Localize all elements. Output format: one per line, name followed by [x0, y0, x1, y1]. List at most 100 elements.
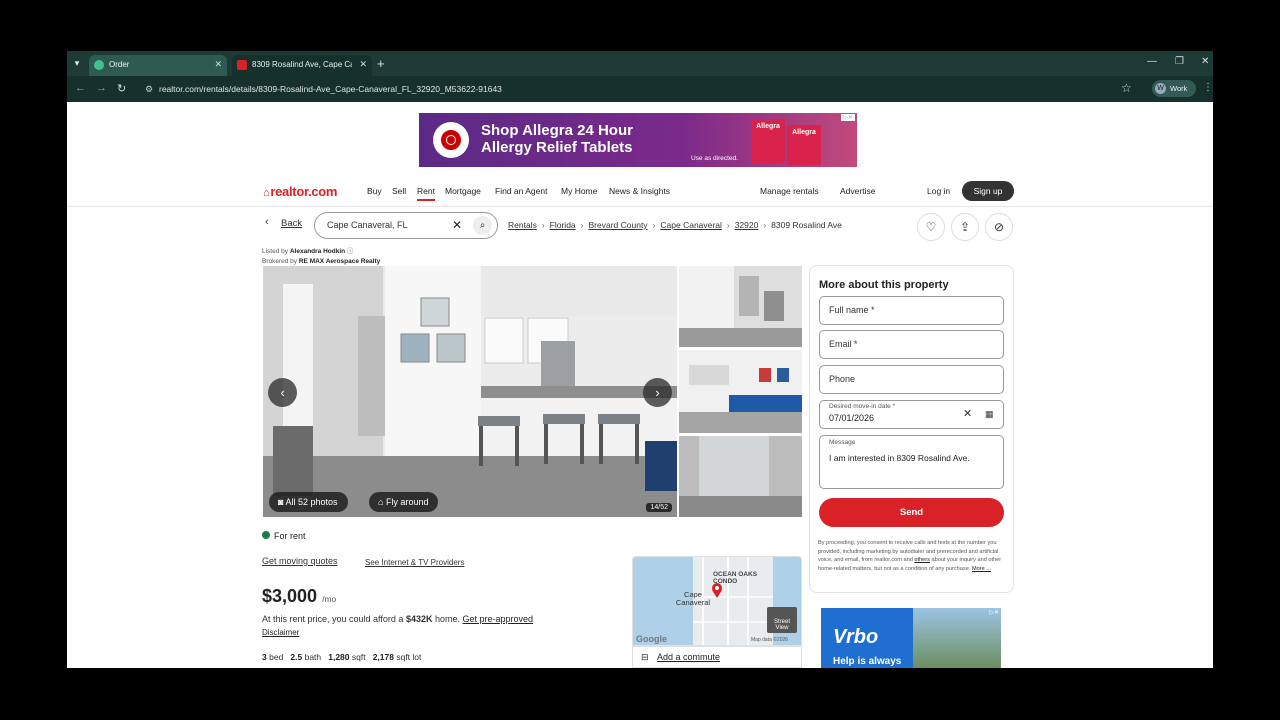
- nav-news[interactable]: News & Insights: [609, 186, 670, 196]
- send-button[interactable]: Send: [819, 498, 1004, 527]
- email-field[interactable]: Email *: [819, 330, 1004, 359]
- reload-icon[interactable]: ↻: [117, 82, 126, 95]
- forward-arrow-icon[interactable]: →: [96, 82, 107, 94]
- moving-quotes-link[interactable]: Get moving quotes: [262, 556, 338, 566]
- thumbnail-photo[interactable]: [679, 266, 802, 347]
- listing-attribution: Listed by Alexandra Hodkin ⓘ Brokered by…: [262, 247, 380, 267]
- lot-label: sqft lot: [396, 652, 422, 662]
- ad-headline: Shop Allegra 24 Hour Allergy Relief Tabl…: [481, 122, 633, 156]
- info-icon[interactable]: ⓘ: [347, 248, 354, 255]
- add-commute-link[interactable]: ⊟ Add a commute: [632, 646, 802, 668]
- agent-name[interactable]: Alexandra Hodkin: [290, 248, 345, 255]
- google-logo: Google: [636, 634, 667, 644]
- thumbnail-photo[interactable]: [679, 350, 802, 433]
- allegra-ad-banner[interactable]: Shop Allegra 24 Hour Allergy Relief Tabl…: [419, 113, 857, 167]
- share-icon[interactable]: ⇪: [951, 213, 979, 241]
- full-name-field[interactable]: Full name *: [819, 296, 1004, 325]
- tab-search-icon[interactable]: ▾: [70, 56, 84, 70]
- tab-bar: ▾ Order ✕ 8309 Rosalind Ave, Cape Canav.…: [67, 51, 1213, 76]
- tab-order[interactable]: Order ✕: [89, 55, 227, 76]
- drone-icon: ⌂: [378, 497, 386, 507]
- location-search-input[interactable]: Cape Canaveral, FL ✕ ⌕: [314, 212, 498, 239]
- street-view-button[interactable]: Street View: [767, 607, 797, 633]
- car-icon: ⊟: [641, 652, 649, 662]
- new-tab-icon[interactable]: +: [377, 55, 385, 73]
- nav-mortgage[interactable]: Mortgage: [445, 186, 481, 196]
- chevron-left-icon[interactable]: ‹: [265, 216, 269, 228]
- tab-listing[interactable]: 8309 Rosalind Ave, Cape Canav... ✕: [232, 55, 372, 76]
- search-icon[interactable]: ⌕: [473, 216, 492, 235]
- breadcrumb-county[interactable]: Brevard County: [589, 220, 648, 230]
- vrbo-ad-banner[interactable]: Vrbo Help is always ▷✕: [821, 608, 1001, 668]
- signup-button[interactable]: Sign up: [962, 181, 1014, 201]
- profile-button[interactable]: W Work: [1152, 80, 1196, 97]
- location-map[interactable]: OCEAN OAKS CONDO Cape Canaveral Google S…: [632, 556, 802, 646]
- sqft-value: 1,280: [328, 652, 350, 662]
- restore-icon[interactable]: ❐: [1175, 56, 1184, 67]
- url-text: realtor.com/rentals/details/8309-Rosalin…: [159, 84, 502, 94]
- kitchen-photo: [263, 266, 677, 517]
- pre-approved-link[interactable]: Get pre-approved: [463, 614, 534, 624]
- ad-choices-icon[interactable]: ▷✕: [841, 114, 855, 121]
- login-link[interactable]: Log in: [927, 186, 950, 196]
- close-tab-icon[interactable]: ✕: [214, 55, 222, 74]
- move-in-date-field[interactable]: Desired move-in date * 07/01/2026 ✕ ▦: [819, 400, 1004, 429]
- thumbnail-photo[interactable]: [679, 436, 802, 517]
- status-badge: For rent: [262, 531, 306, 541]
- phone-field[interactable]: Phone: [819, 365, 1004, 394]
- realtor-favicon-icon: [237, 60, 247, 70]
- breadcrumb-rentals[interactable]: Rentals: [508, 220, 537, 230]
- back-link[interactable]: Back: [281, 218, 302, 229]
- message-label: Message: [829, 439, 856, 446]
- ad-choices-icon[interactable]: ▷✕: [989, 609, 999, 616]
- prev-photo-button[interactable]: ‹: [268, 378, 297, 407]
- beds-value: 3: [262, 652, 267, 662]
- more-link[interactable]: More ...: [972, 566, 991, 572]
- clear-date-icon[interactable]: ✕: [963, 401, 972, 428]
- realtor-logo[interactable]: ⌂realtor.com: [263, 184, 337, 199]
- site-header: ⌂realtor.com Buy Sell Rent Mortgage Find…: [67, 179, 1213, 207]
- nav-sell[interactable]: Sell: [392, 186, 406, 196]
- nav-rent[interactable]: Rent: [417, 186, 435, 201]
- bathroom-thumb: [679, 436, 802, 517]
- others-link[interactable]: others: [914, 557, 930, 563]
- next-photo-button[interactable]: ›: [643, 378, 672, 407]
- breadcrumb-city[interactable]: Cape Canaveral: [660, 220, 721, 230]
- broker-name: RE MAX Aerospace Realty: [298, 258, 381, 265]
- disclaimer-link[interactable]: Disclaimer: [262, 628, 299, 637]
- close-window-icon[interactable]: ✕: [1201, 56, 1209, 67]
- tab-title: 8309 Rosalind Ave, Cape Canav...: [252, 60, 352, 69]
- save-heart-icon[interactable]: ♡: [917, 213, 945, 241]
- breadcrumb-florida[interactable]: Florida: [550, 220, 576, 230]
- afford-suffix: home.: [434, 614, 460, 624]
- hide-listing-icon[interactable]: ⊘: [985, 213, 1013, 241]
- url-field[interactable]: ⚙ realtor.com/rentals/details/8309-Rosal…: [145, 80, 1105, 98]
- nav-find-agent[interactable]: Find an Agent: [495, 186, 547, 196]
- bookmark-star-icon[interactable]: ☆: [1121, 81, 1132, 95]
- nav-my-home[interactable]: My Home: [561, 186, 597, 196]
- sqft-label: sqft: [351, 652, 366, 662]
- message-field[interactable]: Message I am interested in 8309 Rosalind…: [819, 435, 1004, 489]
- calendar-icon[interactable]: ▦: [985, 401, 994, 428]
- internet-providers-link[interactable]: See Internet & TV Providers: [365, 558, 464, 567]
- main-photo[interactable]: ‹ › ◙ All 52 photos ⌂ Fly around 14/52: [263, 266, 677, 517]
- address-bar: ← → ↻ ⚙ realtor.com/rentals/details/8309…: [67, 76, 1213, 102]
- browser-menu-icon[interactable]: ⋮: [1203, 82, 1213, 93]
- fly-around-button[interactable]: ⌂ Fly around: [369, 492, 439, 512]
- kitchen-thumb: [679, 266, 802, 347]
- breadcrumb-address: 8309 Rosalind Ave: [771, 220, 842, 230]
- beds-label: bed: [269, 652, 284, 662]
- all-photos-button[interactable]: ◙ All 52 photos: [269, 492, 348, 512]
- listed-by-label: Listed by: [262, 248, 289, 255]
- status-dot-icon: [262, 531, 270, 539]
- back-arrow-icon[interactable]: ←: [75, 82, 86, 94]
- site-info-icon[interactable]: ⚙: [145, 80, 153, 98]
- close-tab-icon[interactable]: ✕: [359, 55, 367, 74]
- nav-advertise[interactable]: Advertise: [840, 186, 875, 196]
- minimize-icon[interactable]: —: [1147, 56, 1157, 67]
- rent-price: $3,000 /mo: [262, 586, 336, 607]
- nav-buy[interactable]: Buy: [367, 186, 382, 196]
- breadcrumb-zip[interactable]: 32920: [735, 220, 759, 230]
- nav-manage-rentals[interactable]: Manage rentals: [760, 186, 819, 196]
- clear-icon[interactable]: ✕: [452, 213, 462, 238]
